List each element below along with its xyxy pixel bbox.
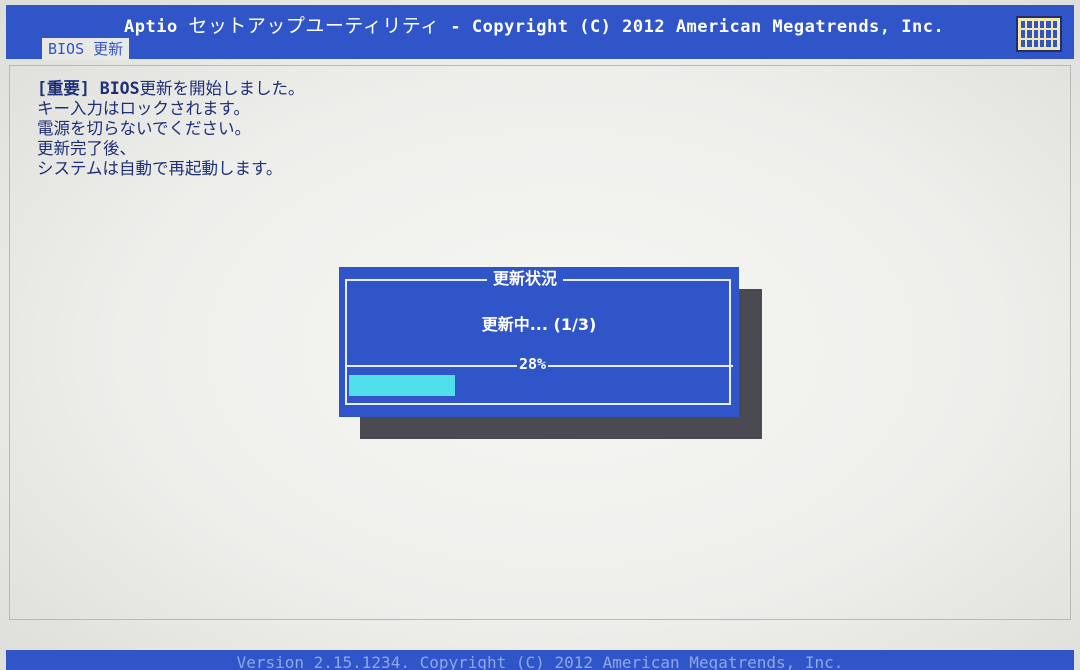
progress-percent: 28% — [517, 353, 549, 375]
progress-fill — [349, 375, 455, 396]
bios-screen: Aptio セットアップユーティリティ - Copyright (C) 2012… — [0, 0, 1080, 670]
title-suffix: - Copyright (C) 2012 American Megatrends… — [439, 17, 945, 37]
message-line-2: キー入力はロックされます。 — [37, 99, 250, 118]
message-line-3: 電源を切らないでください。 — [37, 119, 252, 138]
keyboard-icon — [1016, 16, 1062, 52]
footer-version: Version 2.15.1234. Copyright (C) 2012 Am… — [236, 653, 844, 670]
update-status-dialog: 更新状況 更新中... (1/3) 28% — [339, 267, 739, 417]
progress-bar — [349, 375, 727, 396]
message-line-5: システムは自動で再起動します。 — [37, 159, 283, 178]
update-status-text: 更新中... (1/3) — [481, 315, 597, 334]
message-line-1: [重要] BIOS更新を開始しました。 — [37, 79, 305, 99]
dialog-title: 更新状況 — [487, 267, 564, 291]
title-jp: セットアップユーティリティ — [188, 15, 440, 37]
header-bar: Aptio セットアップユーティリティ - Copyright (C) 2012… — [6, 5, 1074, 60]
update-messages: [重要] BIOS更新を開始しました。 キー入力はロックされます。 電源を切らな… — [37, 79, 305, 179]
message-line-1-text: 更新を開始しました。 — [139, 79, 305, 98]
message-line-4: 更新完了後、 — [37, 139, 136, 158]
tab-bios-update[interactable]: BIOS 更新 — [42, 38, 130, 60]
message-important: [重要] BIOS — [37, 79, 140, 98]
app-title: Aptio セットアップユーティリティ - Copyright (C) 2012… — [124, 11, 944, 38]
footer-bar: Version 2.15.1234. Copyright (C) 2012 Am… — [6, 650, 1074, 670]
title-prefix: Aptio — [124, 17, 189, 37]
